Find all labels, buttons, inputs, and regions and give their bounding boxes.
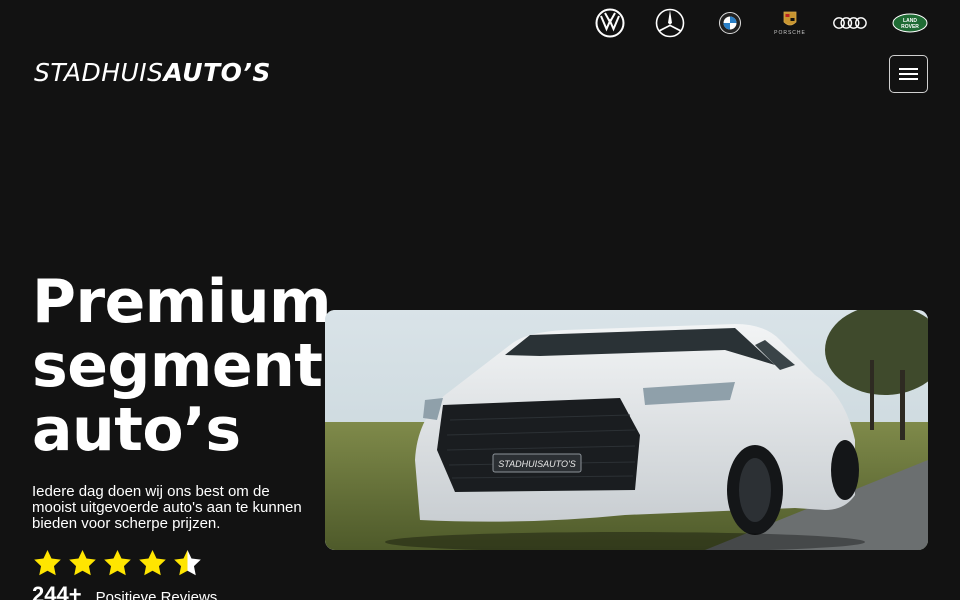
site-logo[interactable]: STADHUISAUTO’S — [34, 58, 271, 87]
bmw-logo-icon[interactable] — [700, 8, 760, 38]
rating-stars — [32, 548, 203, 579]
car-plate-text: STADHUISAUTO'S — [498, 459, 575, 469]
star-icon — [34, 549, 61, 576]
reviews-label: Positieve Reviews — [95, 589, 218, 600]
porsche-wordmark: PORSCHE — [774, 30, 806, 36]
hamburger-menu-button[interactable] — [889, 55, 928, 93]
star-icon — [104, 549, 131, 576]
hamburger-icon — [899, 68, 918, 70]
porsche-logo-icon[interactable]: PORSCHE — [760, 8, 820, 38]
star-icon — [69, 549, 96, 576]
land-rover-logo-icon[interactable]: LAND ROVER — [880, 8, 940, 38]
logo-light-text: STADHUIS — [34, 58, 164, 87]
half-star-icon — [174, 549, 201, 576]
audi-logo-icon[interactable] — [820, 8, 880, 38]
hero-title: Premium segment auto’s — [32, 267, 332, 465]
hero-car-image: STADHUISAUTO'S — [325, 310, 928, 550]
logo-bold-text: AUTO’S — [163, 58, 271, 87]
mercedes-logo-icon[interactable] — [640, 8, 700, 38]
reviews-summary[interactable]: 244+ Positieve Reviews — [32, 582, 217, 600]
reviews-count: 244+ — [32, 582, 82, 600]
star-icon — [139, 549, 166, 576]
hero-subtitle: Iedere dag doen wij ons best om de moois… — [32, 483, 302, 532]
volkswagen-logo-icon[interactable] — [580, 8, 640, 38]
brand-logos: PORSCHE LAND ROVER — [580, 8, 940, 38]
svg-text:ROVER: ROVER — [901, 24, 919, 30]
